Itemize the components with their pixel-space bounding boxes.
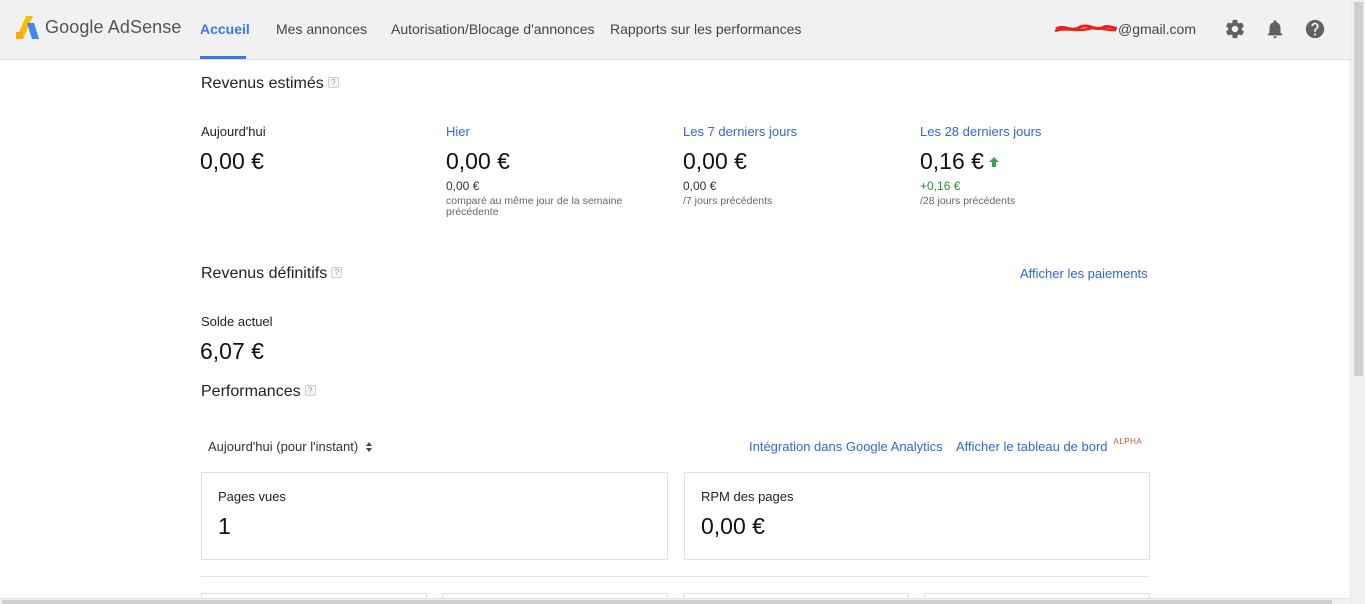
redaction-scribble: [1054, 24, 1118, 33]
notifications-bell-icon[interactable]: [1264, 18, 1286, 40]
metric-7days-compare-value: 0,00 €: [683, 179, 717, 193]
page-rpm-card-value: 0,00 €: [701, 513, 765, 539]
metric-today-label: Aujourd'hui: [201, 124, 266, 139]
metric-yesterday-compare-note: comparé au même jour de la semaine précé…: [446, 195, 623, 218]
vertical-scrollbar[interactable]: [1350, 0, 1365, 604]
section-divider: [201, 576, 1150, 577]
period-select-value: Aujourd'hui (pour l'instant): [208, 439, 359, 454]
performance-title-text: Performances: [201, 383, 301, 400]
pageviews-card-value: 1: [218, 513, 231, 539]
estimated-revenue-title: Revenus estimés?: [201, 75, 339, 93]
sort-arrows-icon: [365, 441, 372, 452]
metric-28days-value-wrap: 0,16 €: [920, 148, 1000, 175]
nav-tab-accueil[interactable]: Accueil: [200, 21, 250, 37]
final-revenue-title: Revenus définitifs?: [201, 265, 343, 283]
metric-7days-link[interactable]: Les 7 derniers jours: [683, 124, 797, 139]
account-email[interactable]: @gmail.com: [1118, 21, 1196, 37]
final-help-icon[interactable]: ?: [331, 267, 343, 279]
estimated-help-icon[interactable]: ?: [327, 77, 339, 89]
current-balance-value: 6,07 €: [200, 338, 264, 364]
metric-yesterday-compare-value: 0,00 €: [446, 179, 480, 193]
adsense-logo-icon[interactable]: [14, 15, 40, 41]
nav-tab-mes-annonces[interactable]: Mes annonces: [276, 21, 367, 37]
pageviews-card-title: Pages vues: [218, 489, 286, 504]
view-dashboard-link[interactable]: Afficher le tableau de bord: [956, 439, 1108, 454]
active-tab-indicator: [200, 56, 246, 59]
period-select[interactable]: Aujourd'hui (pour l'instant): [208, 439, 373, 454]
metric-28days-compare-note: /28 jours précédents: [920, 195, 1016, 207]
alpha-badge: ALPHA: [1113, 437, 1143, 446]
horizontal-scroll-thumb[interactable]: [2, 600, 1332, 604]
performance-title: Performances?: [201, 383, 316, 401]
vertical-scroll-thumb[interactable]: [1354, 2, 1363, 376]
settings-gear-icon[interactable]: [1224, 18, 1246, 40]
trend-up-arrow-icon: [988, 156, 999, 167]
metric-yesterday-link[interactable]: Hier: [446, 124, 470, 139]
analytics-integration-link[interactable]: Intégration dans Google Analytics: [749, 439, 943, 454]
estimated-revenue-title-text: Revenus estimés: [201, 75, 324, 92]
current-balance-label: Solde actuel: [201, 314, 273, 329]
metric-7days-compare-note: /7 jours précédents: [683, 195, 773, 207]
brand-name[interactable]: Google AdSense: [45, 17, 182, 38]
metric-28days-compare-value: +0,16 €: [920, 179, 961, 193]
top-bar: Google AdSense Accueil Mes annonces Auto…: [0, 0, 1350, 60]
nav-tab-rapports[interactable]: Rapports sur les performances: [610, 21, 801, 37]
nav-tab-autorisation-blocage[interactable]: Autorisation/Blocage d'annonces: [391, 21, 594, 37]
page-rpm-card[interactable]: RPM des pages 0,00 €: [684, 472, 1150, 560]
metric-7days-value: 0,00 €: [683, 148, 747, 174]
performance-help-icon[interactable]: ?: [304, 385, 316, 397]
metric-yesterday-value: 0,00 €: [446, 148, 510, 174]
horizontal-scrollbar[interactable]: [0, 598, 1350, 604]
metric-28days-link[interactable]: Les 28 derniers jours: [920, 124, 1041, 139]
metric-28days-value: 0,16 €: [920, 148, 984, 174]
metric-today-value: 0,00 €: [200, 148, 264, 174]
page-rpm-card-title: RPM des pages: [701, 489, 794, 504]
help-icon[interactable]: [1304, 18, 1326, 40]
view-payments-link[interactable]: Afficher les paiements: [1020, 266, 1148, 281]
pageviews-card[interactable]: Pages vues 1: [201, 472, 668, 560]
final-revenue-title-text: Revenus définitifs: [201, 265, 328, 282]
dashboard-link-wrap: Afficher le tableau de bord ALPHA: [956, 437, 1143, 454]
